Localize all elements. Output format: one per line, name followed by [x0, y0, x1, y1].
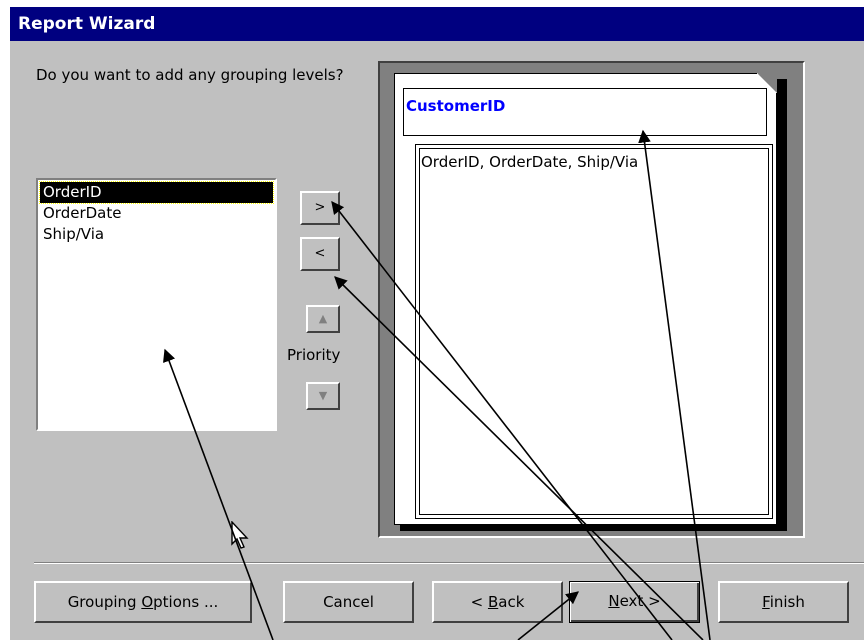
- remove-grouping-button[interactable]: <: [300, 237, 340, 271]
- available-fields-list[interactable]: OrderID OrderDate Ship/Via: [36, 178, 277, 431]
- grouping-preview: CustomerID OrderID, OrderDate, Ship/Via: [378, 61, 805, 538]
- field-item-orderdate[interactable]: OrderDate: [40, 203, 273, 224]
- window-title: Report Wizard: [10, 7, 864, 41]
- finish-button[interactable]: Finish: [718, 581, 849, 623]
- grouping-options-button[interactable]: Grouping Options ...: [34, 581, 252, 623]
- cancel-button[interactable]: Cancel: [283, 581, 414, 623]
- group-header-box: CustomerID: [403, 88, 767, 136]
- report-wizard-window: Report Wizard Do you want to add any gro…: [10, 7, 864, 640]
- priority-up-button[interactable]: ▲: [306, 305, 340, 333]
- grouping-prompt: Do you want to add any grouping levels?: [36, 66, 344, 84]
- detail-fields-label: OrderID, OrderDate, Ship/Via: [421, 153, 639, 171]
- priority-label: Priority: [287, 346, 341, 364]
- arrow-up-icon: ▲: [318, 312, 328, 325]
- button-separator: [34, 562, 864, 564]
- mouse-pointer-icon: [231, 521, 249, 549]
- arrow-down-icon: ▼: [318, 389, 328, 402]
- group-field-label: CustomerID: [406, 97, 506, 115]
- next-button[interactable]: Next >: [569, 581, 700, 623]
- detail-fields-box: OrderID, OrderDate, Ship/Via: [415, 144, 773, 519]
- field-item-shipvia[interactable]: Ship/Via: [40, 224, 273, 245]
- detail-inner-frame: OrderID, OrderDate, Ship/Via: [419, 148, 769, 515]
- preview-page: CustomerID OrderID, OrderDate, Ship/Via: [394, 73, 777, 525]
- back-button[interactable]: < Back: [432, 581, 563, 623]
- field-item-orderid[interactable]: OrderID: [39, 181, 274, 204]
- add-grouping-button[interactable]: >: [300, 191, 340, 225]
- priority-down-button[interactable]: ▼: [306, 382, 340, 410]
